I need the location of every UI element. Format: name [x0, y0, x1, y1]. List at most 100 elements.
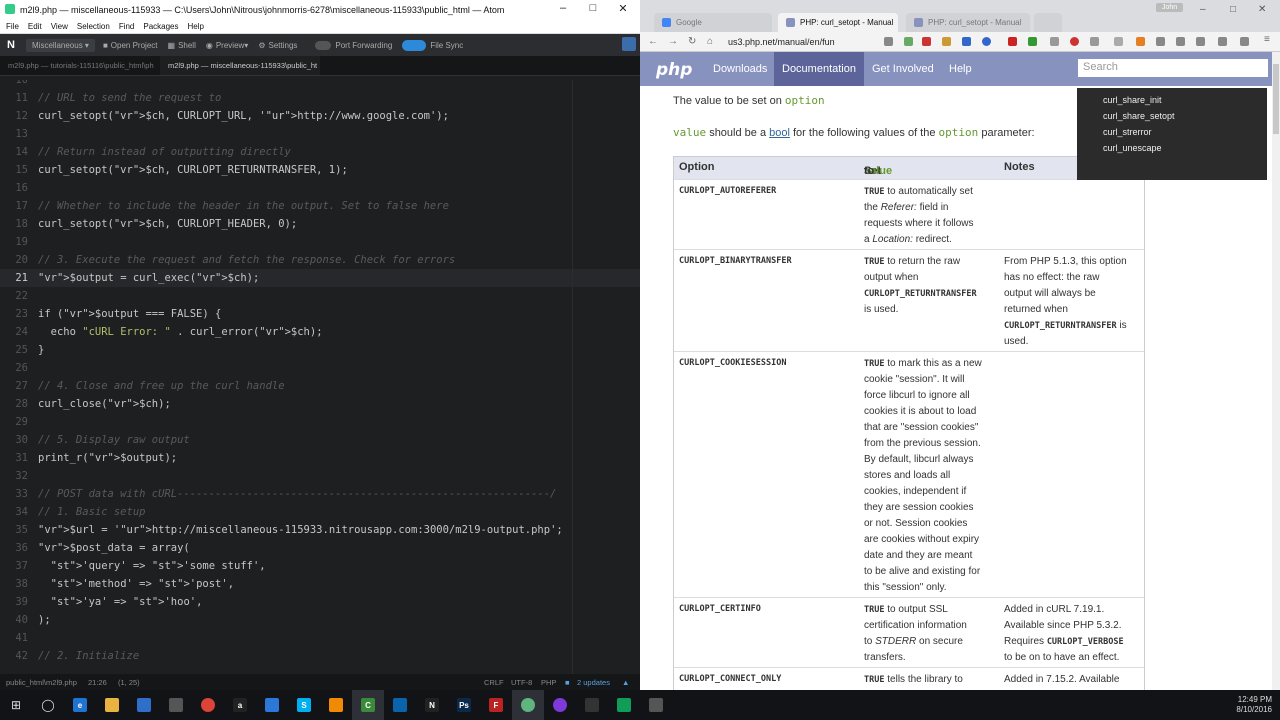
port-forwarding-toggle[interactable]: Port Forwarding [315, 40, 392, 50]
code-line[interactable]: 41 [0, 629, 640, 647]
minimize-icon[interactable]: – [1200, 4, 1206, 15]
code-line[interactable]: 21 "vr">$output = curl_exec("vr">$ch); [0, 269, 640, 287]
explorer-icon[interactable] [96, 690, 128, 720]
code-line[interactable]: 24 echo "cURL Error: " . curl_error("vr"… [0, 323, 640, 341]
twitter-icon[interactable]: ▲ [622, 678, 629, 687]
code-line[interactable]: 32 [0, 467, 640, 485]
code-line[interactable]: 12 curl_setopt("vr">$ch, CURLOPT_URL, '"u… [0, 107, 640, 125]
sidebar-link[interactable]: curl_share_setopt [1103, 111, 1175, 121]
menu-file[interactable]: File [6, 22, 19, 31]
app-icon[interactable] [576, 690, 608, 720]
code-line[interactable]: 28 curl_close("vr">$ch); [0, 395, 640, 413]
menu-view[interactable]: View [51, 22, 68, 31]
amazon-icon[interactable]: a [224, 690, 256, 720]
code-line[interactable]: 20 // 3. Execute the request and fetch th… [0, 251, 640, 269]
code-line[interactable]: 11 // URL to send the request to [0, 89, 640, 107]
status-grammar[interactable]: PHP [541, 678, 556, 687]
maximize-icon[interactable]: □ [1230, 4, 1236, 15]
code-line[interactable]: 15 curl_setopt("vr">$ch, CURLOPT_RETURNTR… [0, 161, 640, 179]
hangouts-icon[interactable] [608, 690, 640, 720]
status-line-ending[interactable]: CRLF [484, 678, 504, 687]
nav-documentation[interactable]: Documentation [774, 52, 864, 86]
new-tab-button[interactable] [1034, 13, 1062, 32]
back-icon[interactable]: ← [648, 36, 658, 47]
menu-find[interactable]: Find [119, 22, 135, 31]
status-updates[interactable]: 2 updates [577, 678, 610, 687]
preview-button[interactable]: ◉ Preview ▾ [206, 41, 248, 50]
shell-button[interactable]: ▦ Shell [168, 41, 196, 50]
app-icon[interactable] [640, 690, 672, 720]
extension-icon[interactable] [1028, 37, 1037, 46]
browser-scrollbar[interactable] [1272, 52, 1280, 690]
browser-tab-curl-setopt[interactable]: PHP: curl_setopt - Manual [906, 13, 1030, 32]
code-line[interactable]: 38 "st">'method' => "st">'post', [0, 575, 640, 593]
code-line[interactable]: 37 "st">'query' => "st">'some stuff', [0, 557, 640, 575]
code-editor[interactable]: 10 11 // URL to send the request to 12 curl_… [0, 80, 640, 674]
extension-icon[interactable] [1050, 37, 1059, 46]
calculator-icon[interactable] [160, 690, 192, 720]
status-encoding[interactable]: UTF-8 [511, 678, 532, 687]
code-line[interactable]: 14 // Return instead of outputting direct… [0, 143, 640, 161]
code-line[interactable]: 10 [0, 80, 640, 89]
settings-button[interactable]: ⚙ Settings [258, 41, 297, 50]
app-icon[interactable] [544, 690, 576, 720]
sidebar-link[interactable]: curl_unescape [1103, 143, 1162, 153]
code-line[interactable]: 19 [0, 233, 640, 251]
close-icon[interactable]: ✕ [608, 2, 638, 15]
extension-icon[interactable] [942, 37, 951, 46]
nav-help[interactable]: Help [941, 52, 980, 86]
status-path[interactable]: public_html\m2l9.php [6, 678, 77, 687]
vlc-icon[interactable] [320, 690, 352, 720]
code-line[interactable]: 27 // 4. Close and free up the curl handl… [0, 377, 640, 395]
star-icon[interactable] [1090, 37, 1099, 46]
search-icon[interactable]: ◯ [32, 690, 64, 720]
edge-icon[interactable]: e [64, 690, 96, 720]
php-logo[interactable]: php [656, 60, 692, 80]
code-line[interactable]: 40); [0, 611, 640, 629]
store-icon[interactable] [128, 690, 160, 720]
code-line[interactable]: 34 // 1. Basic setup [0, 503, 640, 521]
windows-start-icon[interactable]: ⊞ [0, 690, 32, 720]
skype-icon[interactable]: S [288, 690, 320, 720]
code-line[interactable]: 25} [0, 341, 640, 359]
code-line[interactable]: 18 curl_setopt("vr">$ch, CURLOPT_HEADER, … [0, 215, 640, 233]
code-line[interactable]: 31 print_r("vr">$output); [0, 449, 640, 467]
close-icon[interactable]: ✕ [1258, 4, 1266, 15]
open-project-button[interactable]: ■ Open Project [103, 41, 158, 50]
minimize-icon[interactable]: – [548, 2, 578, 14]
extension-icon[interactable] [962, 37, 971, 46]
extension-icon[interactable] [982, 37, 991, 46]
sidebar-link[interactable]: curl_strerror [1103, 127, 1152, 137]
sync-icon[interactable] [622, 37, 636, 51]
maximize-icon[interactable]: □ [578, 2, 608, 14]
code-line[interactable]: 23 if ("vr">$output === FALSE) { [0, 305, 640, 323]
menu-icon[interactable]: ≡ [1264, 34, 1270, 45]
status-cursor[interactable]: 21:26 [88, 678, 107, 687]
tab-tutorials[interactable]: m2l9.php — tutorials-115116\public_html\… [0, 56, 160, 75]
code-line[interactable]: 33 // POST data with cURL----------------… [0, 485, 640, 503]
atom-icon[interactable] [512, 690, 544, 720]
scrollbar-thumb[interactable] [1273, 64, 1279, 134]
rss-icon[interactable] [1136, 37, 1145, 46]
extension-icon[interactable] [1114, 37, 1123, 46]
menu-edit[interactable]: Edit [28, 22, 42, 31]
browser-tab-curl-setopt-active[interactable]: PHP: curl_setopt - Manual [778, 13, 898, 32]
home-icon[interactable]: ⌂ [707, 36, 713, 47]
outlook-icon[interactable] [384, 690, 416, 720]
code-line[interactable]: 13 [0, 125, 640, 143]
profile-button[interactable]: John [1156, 3, 1184, 12]
chrome-icon[interactable] [192, 690, 224, 720]
sidebar-link[interactable]: curl_share_init [1103, 95, 1162, 105]
code-line[interactable]: 22 [0, 287, 640, 305]
tab-miscellaneous[interactable]: m2l9.php — miscellaneous-115933\public_h… [160, 56, 320, 75]
nav-get-involved[interactable]: Get Involved [864, 52, 942, 86]
camtasia-icon[interactable]: C [352, 690, 384, 720]
search-input[interactable]: Search [1078, 59, 1268, 77]
code-line[interactable]: 29 [0, 413, 640, 431]
menu-packages[interactable]: Packages [143, 22, 178, 31]
extension-icon[interactable] [922, 37, 931, 46]
extension-icon[interactable] [1240, 37, 1249, 46]
system-clock[interactable]: 12:49 PM 8/10/2016 [1236, 695, 1272, 715]
menu-help[interactable]: Help [188, 22, 204, 31]
nav-downloads[interactable]: Downloads [705, 52, 775, 86]
